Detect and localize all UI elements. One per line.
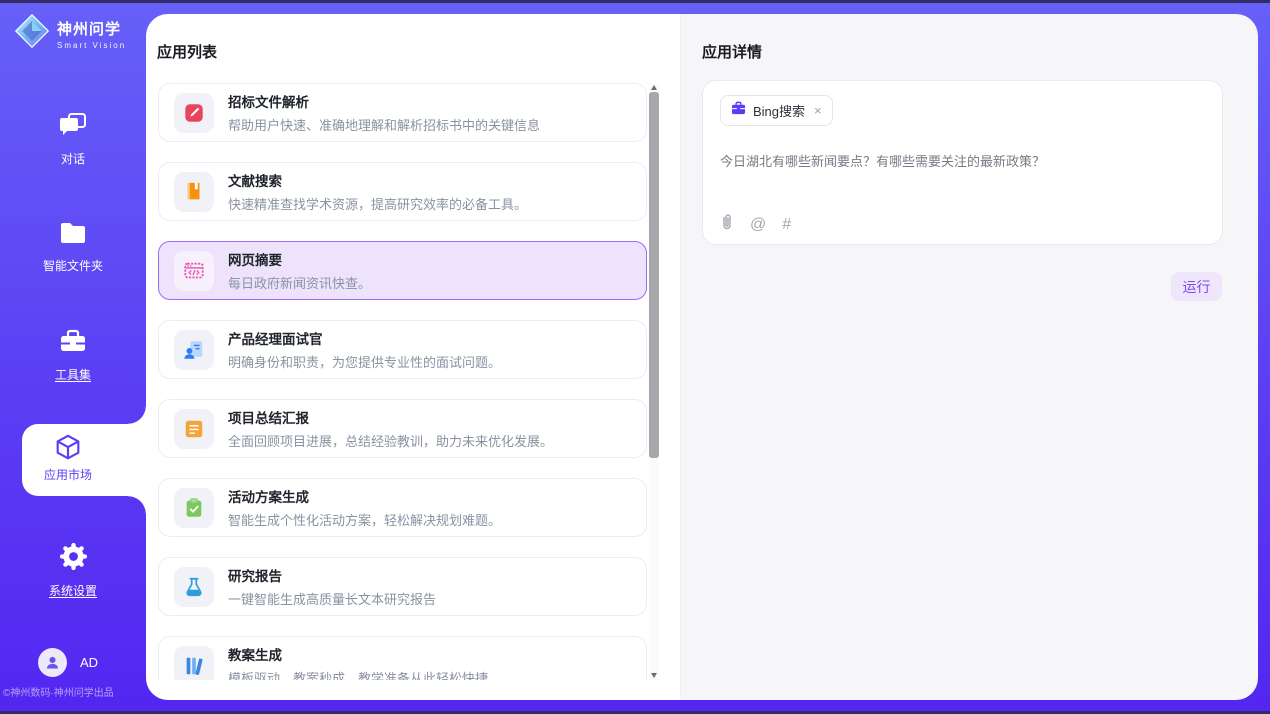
- app-list-scrollbar[interactable]: [649, 83, 659, 680]
- app-name: 产品经理面试官: [228, 328, 501, 348]
- app-name: 招标文件解析: [228, 91, 540, 111]
- sidebar-item-toolset[interactable]: 工具集: [5, 329, 141, 383]
- tender-edit-icon: [174, 93, 214, 133]
- book-icon: [174, 172, 214, 212]
- app-description: 帮助用户快速、准确地理解和解析招标书中的关键信息: [228, 115, 540, 134]
- browser-code-icon: [174, 251, 214, 291]
- app-description: 智能生成个性化活动方案，轻松解决规划难题。: [228, 510, 501, 529]
- main-content: 应用列表 招标文件解析 帮助用户快速、准确地理解和解析招标书中的关键信息: [146, 14, 1258, 700]
- app-card-lesson-plan[interactable]: 教案生成 模板驱动，教案秒成，教学准备从此轻松快捷: [158, 636, 647, 680]
- app-name: 文献搜索: [228, 170, 527, 190]
- app-name: 研究报告: [228, 565, 436, 585]
- app-detail-title: 应用详情: [702, 41, 762, 62]
- tool-tag-label: Bing搜索: [753, 101, 805, 120]
- app-card-tender-analysis[interactable]: 招标文件解析 帮助用户快速、准确地理解和解析招标书中的关键信息: [158, 83, 647, 142]
- user-initials: AD: [80, 655, 98, 670]
- sidebar-item-label: 智能文件夹: [5, 257, 141, 274]
- tag-close-icon[interactable]: ×: [814, 104, 822, 117]
- app-description: 每日政府新闻资讯快查。: [228, 273, 371, 292]
- sidebar-item-settings[interactable]: 系统设置: [5, 543, 141, 599]
- sidebar-item-label: 应用市场: [22, 466, 114, 483]
- app-description: 全面回顾项目进展，总结经验教训，助力未来优化发展。: [228, 431, 553, 450]
- note-icon: [174, 409, 214, 449]
- interviewer-icon: [174, 330, 214, 370]
- sidebar: 神州问学 Smart Vision 对话 智能文件夹: [0, 0, 146, 714]
- app-card-project-report[interactable]: 项目总结汇报 全面回顾项目进展，总结经验教训，助力未来优化发展。: [158, 399, 647, 458]
- brand-subtitle: Smart Vision: [57, 41, 126, 50]
- clipboard-check-icon: [174, 488, 214, 528]
- books-icon: [174, 646, 214, 681]
- prompt-composer-card: Bing搜索 × 今日湖北有哪些新闻要点？有哪些需要关注的最新政策？ @ #: [702, 80, 1223, 245]
- chat-icon: [59, 125, 87, 142]
- scrollbar-up-arrow[interactable]: [649, 83, 659, 92]
- user-account[interactable]: AD: [38, 648, 98, 677]
- gear-icon: [60, 557, 87, 574]
- mention-icon[interactable]: @: [750, 217, 766, 233]
- app-description: 一键智能生成高质量长文本研究报告: [228, 589, 436, 608]
- flask-icon: [174, 567, 214, 607]
- app-list: 招标文件解析 帮助用户快速、准确地理解和解析招标书中的关键信息: [158, 83, 647, 680]
- composer-toolbar: @ #: [720, 213, 791, 236]
- attachment-icon[interactable]: [720, 213, 734, 236]
- app-description: 模板驱动，教案秒成，教学准备从此轻松快捷: [228, 668, 488, 680]
- app-name: 教案生成: [228, 644, 488, 664]
- brand-logo: 神州问学 Smart Vision: [14, 13, 126, 54]
- app-card-pm-interviewer[interactable]: 产品经理面试官 明确身份和职责，为您提供专业性的面试问题。: [158, 320, 647, 379]
- query-input[interactable]: 今日湖北有哪些新闻要点？有哪些需要关注的最新政策？: [720, 151, 1200, 170]
- app-card-literature-search[interactable]: 文献搜索 快速精准查找学术资源，提高研究效率的必备工具。: [158, 162, 647, 221]
- copyright-footer: ©神州数码·神州问学出品: [3, 684, 114, 699]
- sidebar-item-smart-folder[interactable]: 智能文件夹: [5, 221, 141, 274]
- app-name: 项目总结汇报: [228, 407, 553, 427]
- briefcase-icon: [731, 101, 746, 120]
- toolbox-icon: [59, 341, 87, 358]
- scrollbar-down-arrow[interactable]: [649, 671, 659, 680]
- folder-icon: [59, 232, 87, 249]
- app-card-event-plan[interactable]: 活动方案生成 智能生成个性化活动方案，轻松解决规划难题。: [158, 478, 647, 537]
- sidebar-item-label: 工具集: [5, 366, 141, 383]
- app-name: 网页摘要: [228, 249, 371, 269]
- cube-icon: [53, 433, 83, 468]
- app-name: 活动方案生成: [228, 486, 501, 506]
- app-list-panel: 应用列表 招标文件解析 帮助用户快速、准确地理解和解析招标书中的关键信息: [146, 14, 680, 700]
- hash-icon[interactable]: #: [782, 217, 791, 233]
- avatar: [38, 648, 67, 677]
- app-detail-panel: 应用详情 Bing搜索 × 今日湖北有哪些新闻要点？有哪些需要关注的最新政: [680, 14, 1258, 700]
- sidebar-item-chat[interactable]: 对话: [5, 112, 141, 167]
- sidebar-item-label: 系统设置: [5, 582, 141, 599]
- tool-tag-bing-search[interactable]: Bing搜索 ×: [720, 95, 833, 126]
- app-description: 明确身份和职责，为您提供专业性的面试问题。: [228, 352, 501, 371]
- window-top-edge: [0, 0, 1270, 3]
- app-description: 快速精准查找学术资源，提高研究效率的必备工具。: [228, 194, 527, 213]
- app-window: 神州问学 Smart Vision 对话 智能文件夹: [0, 0, 1270, 714]
- app-list-title: 应用列表: [157, 41, 217, 62]
- run-button[interactable]: 运行: [1171, 272, 1222, 301]
- sidebar-item-app-market[interactable]: 应用市场: [22, 424, 146, 496]
- brand-name: 神州问学: [57, 18, 126, 39]
- app-card-web-summary[interactable]: 网页摘要 每日政府新闻资讯快查。: [158, 241, 647, 300]
- sidebar-item-label: 对话: [5, 150, 141, 167]
- brand-diamond-icon: [14, 13, 50, 54]
- app-card-research-report[interactable]: 研究报告 一键智能生成高质量长文本研究报告: [158, 557, 647, 616]
- scrollbar-thumb[interactable]: [649, 92, 659, 458]
